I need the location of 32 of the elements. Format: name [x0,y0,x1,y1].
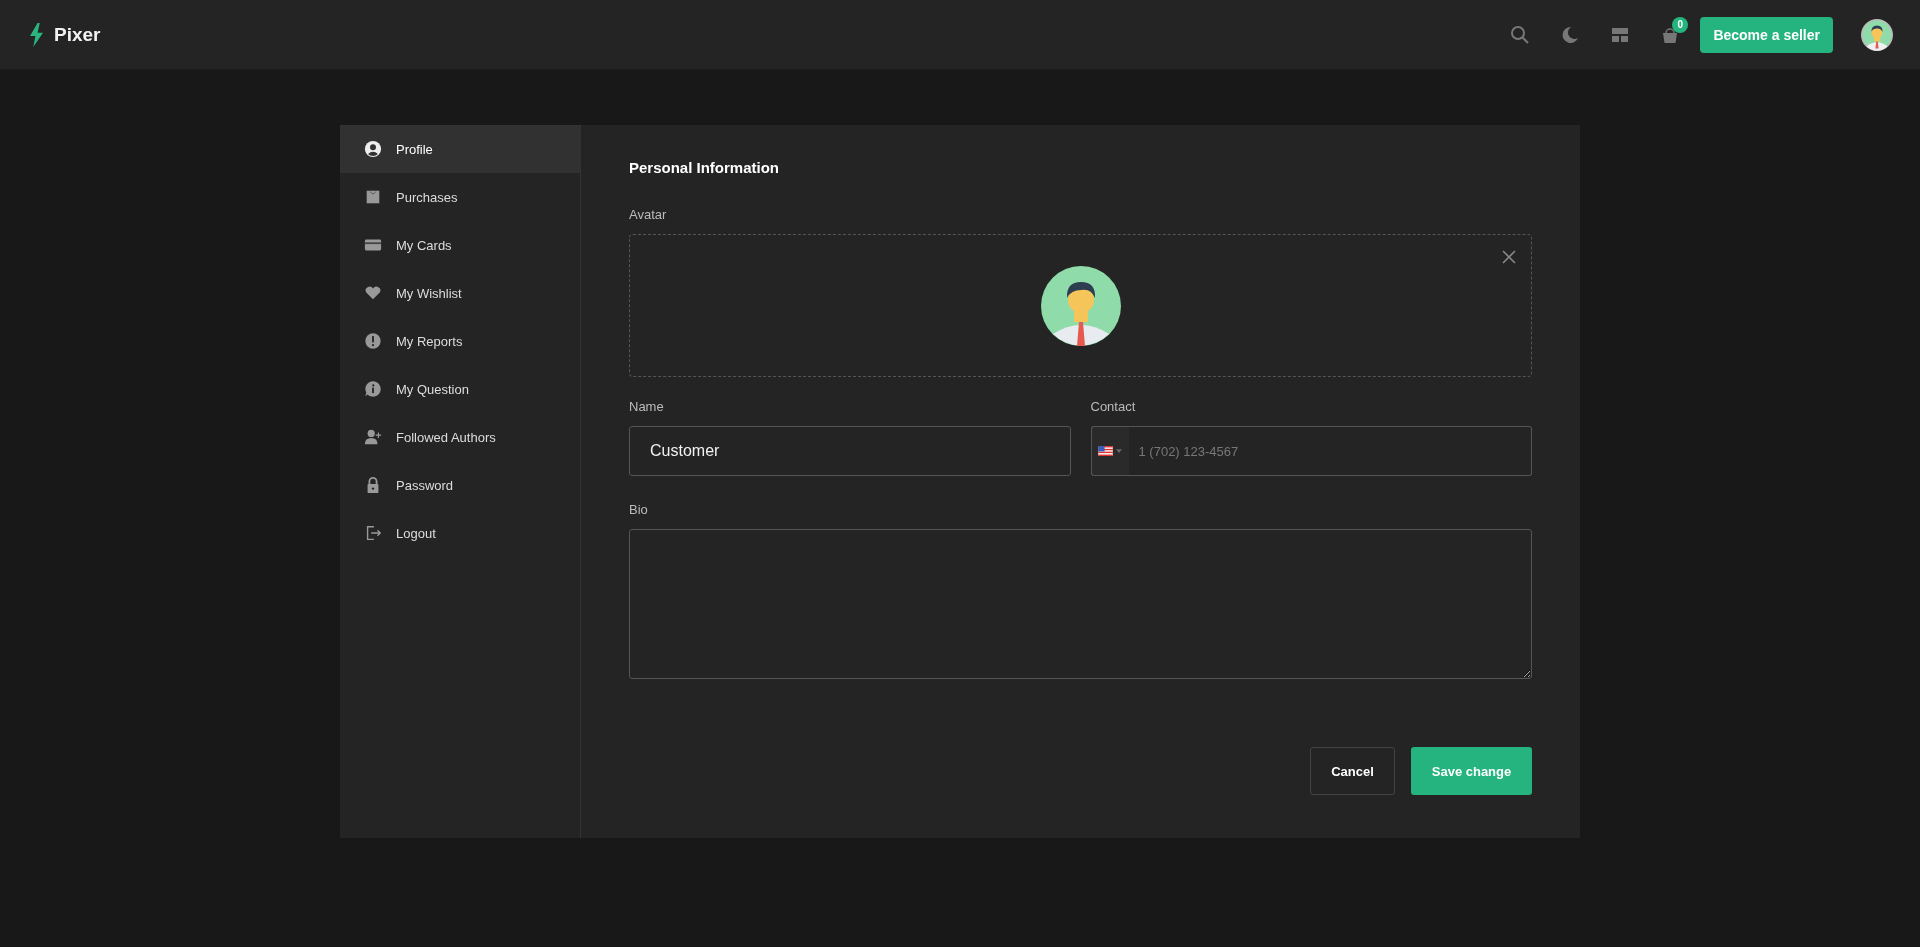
field-label: Bio [629,502,649,517]
field-label: Avatar [629,207,668,222]
cart-count-badge: 0 [1672,16,1689,33]
sidebar-item[interactable]: My Cards [340,221,580,269]
sidebar-item[interactable]: My Reports [340,317,580,365]
field-label: Name [629,399,665,414]
sidebar-item[interactable]: Profile [340,125,580,173]
logout-icon [364,524,382,542]
sidebar-item[interactable]: Password [340,461,580,509]
user-circle-icon [364,140,382,158]
sidebar-item[interactable]: Logout [340,509,580,557]
sidebar-item[interactable]: Purchases [340,173,580,221]
heart-icon [364,284,382,302]
name-input[interactable]: Customer [629,426,1071,476]
info-bubble-icon [364,380,382,398]
field-label: Contact [1090,399,1137,414]
search-icon[interactable] [1510,24,1531,45]
section-title: Personal Information [629,159,781,176]
bag-icon [364,188,382,206]
exclamation-icon [364,332,382,350]
sidebar-item[interactable]: My Question [340,365,580,413]
brand-name: Pixer [54,23,101,46]
sidebar-item[interactable]: My Wishlist [340,269,580,317]
cancel-button[interactable]: Cancel [1310,747,1395,795]
bolt-logo-icon [27,21,46,48]
avatar-dropzone[interactable] [629,234,1532,377]
sidebar-item[interactable]: Followed Authors [340,413,580,461]
user-plus-icon [364,428,382,446]
close-icon[interactable] [1501,249,1517,265]
avatar-figure-icon [1040,265,1121,346]
user-avatar-icon[interactable] [1861,18,1893,51]
moon-icon[interactable] [1560,24,1581,45]
